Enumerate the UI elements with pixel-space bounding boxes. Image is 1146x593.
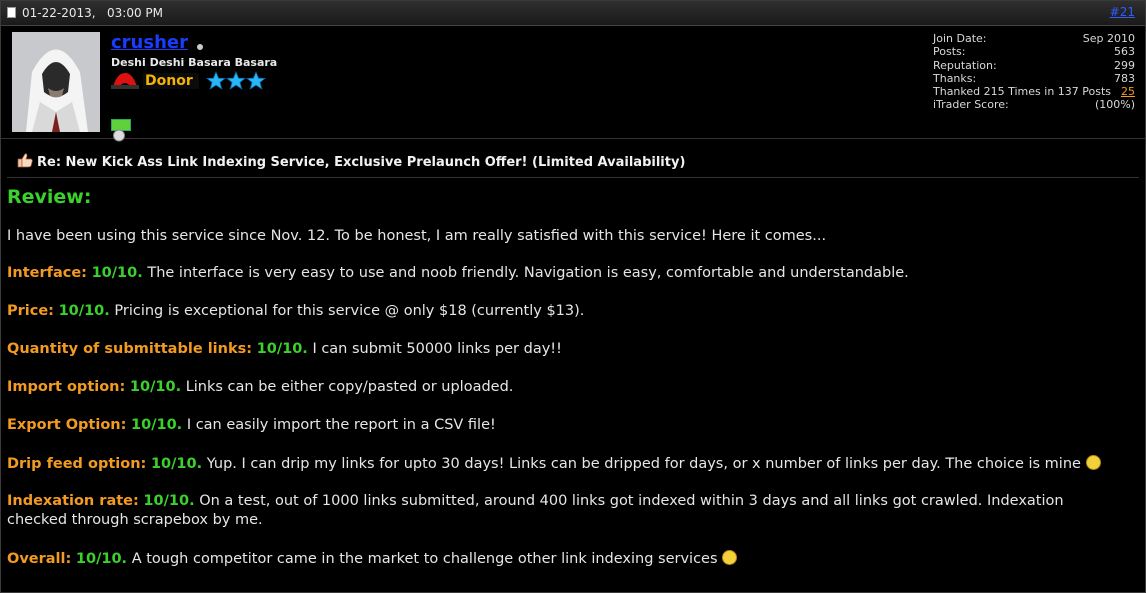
donor-badge: Donor	[111, 71, 199, 91]
post-number-link[interactable]: #21	[1110, 5, 1135, 19]
review-item: Interface: 10/10. The interface is very …	[7, 265, 909, 281]
smiley-icon	[1085, 455, 1101, 470]
user-title: Deshi Deshi Basara Basara	[111, 56, 278, 69]
review-item-continued: checked through scrapebox by me.	[7, 512, 263, 528]
review-item: Drip feed option: 10/10. Yup. I can drip…	[7, 455, 1101, 472]
user-info-bar: crusher Deshi Deshi Basara Basara Donor …	[1, 26, 1145, 142]
post-datetime: 01-22-2013, 03:00 PM	[22, 6, 164, 20]
donor-ribbon-icon	[111, 73, 139, 89]
star-icons	[206, 71, 266, 90]
thanked-posts-link[interactable]: 25	[1121, 85, 1135, 98]
stat-thanks: Thanks: 783	[933, 71, 1135, 85]
review-item: Price: 10/10. Pricing is exceptional for…	[7, 303, 585, 319]
stat-posts: Posts: 563	[933, 45, 1135, 59]
smiley-icon	[722, 550, 738, 565]
rank-stars	[206, 71, 266, 91]
intro-text: I have been using this service since Nov…	[7, 228, 827, 244]
post-icon	[7, 7, 16, 18]
stat-join-date: Join Date: Sep 2010	[933, 32, 1135, 45]
user-stats: Join Date: Sep 2010 Posts: 563 Reputation:…	[933, 32, 1135, 112]
review-item: Export Option: 10/10. I can easily impor…	[7, 417, 496, 433]
review-item: Import option: 10/10. Links can be eithe…	[7, 379, 514, 395]
post-header-bar: 01-22-2013, 03:00 PM #21	[1, 1, 1145, 26]
online-status-icon	[197, 44, 203, 50]
review-item: Indexation rate: 10/10. On a test, out o…	[7, 493, 1064, 509]
forum-post: 01-22-2013, 03:00 PM #21 crusher Deshi D…	[0, 0, 1146, 593]
review-item: Quantity of submittable links: 10/10. I …	[7, 341, 562, 357]
stat-itrader: iTrader Score: (100%)	[933, 98, 1135, 112]
subject-title: Re: New Kick Ass Link Indexing Service, …	[37, 155, 686, 170]
stat-thanked: Thanked 215 Times in 137 Posts 25	[933, 85, 1135, 99]
stat-reputation: Reputation: 299	[933, 58, 1135, 72]
review-heading: Review:	[7, 186, 92, 208]
post-subject: Re: New Kick Ass Link Indexing Service, …	[7, 139, 1139, 178]
donor-label: Donor	[143, 73, 199, 89]
review-item: Overall: 10/10. A tough competitor came …	[7, 550, 738, 567]
avatar[interactable]	[12, 32, 100, 132]
username-link[interactable]: crusher	[111, 32, 188, 53]
thumbs-up-icon	[17, 153, 33, 168]
